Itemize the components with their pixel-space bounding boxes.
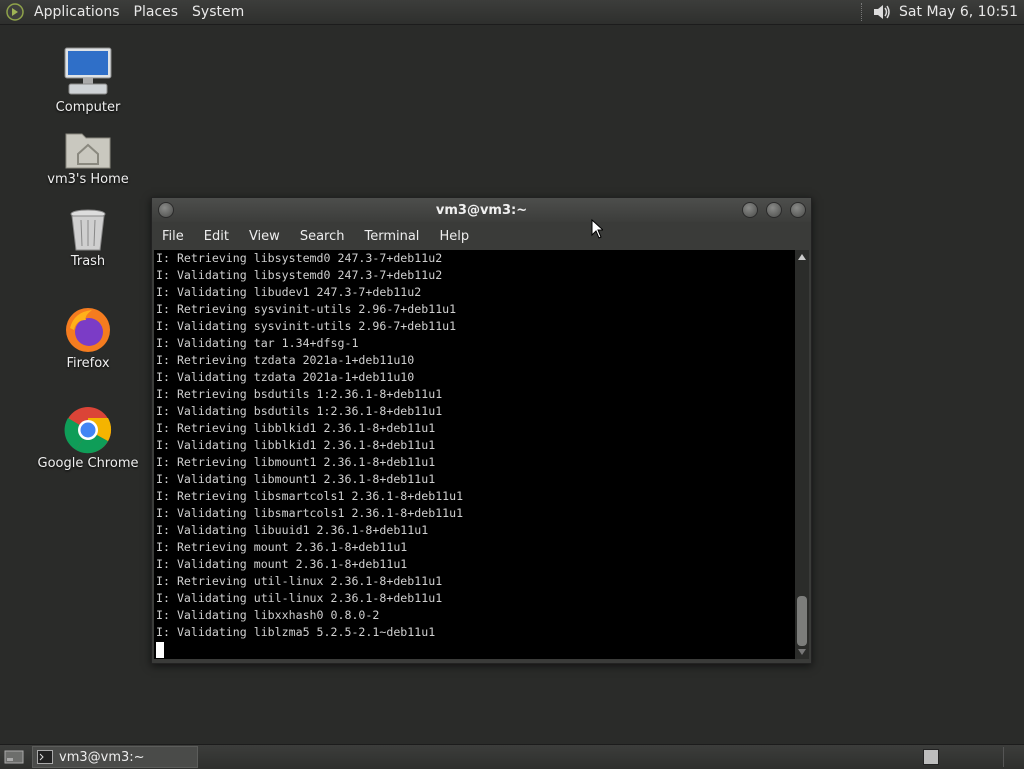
desktop-icon-label: Firefox [66,356,110,371]
desktop-icon-label: Trash [70,254,106,269]
terminal-line: I: Validating tzdata 2021a-1+deb11u10 [156,370,415,384]
terminal-line: I: Retrieving util-linux 2.36.1-8+deb11u… [156,574,443,588]
volume-icon[interactable] [871,1,893,23]
close-button[interactable] [790,202,806,218]
show-desktop-icon[interactable] [4,749,24,765]
terminal-line: I: Retrieving bsdutils 1:2.36.1-8+deb11u… [156,387,443,401]
terminal-line: I: Validating libblkid1 2.36.1-8+deb11u1 [156,438,436,452]
desktop-icon-chrome[interactable]: Google Chrome [33,406,143,471]
top-panel: Applications Places System Sat May 6, 10… [0,0,1024,25]
menu-file[interactable]: File [152,229,194,244]
window-title: vm3@vm3:~ [435,202,528,218]
terminal-line: I: Validating tar 1.34+dfsg-1 [156,336,359,350]
scroll-up-arrow-icon[interactable] [798,254,806,260]
panel-tray: Sat May 6, 10:51 [861,1,1024,23]
places-menu[interactable]: Places [128,4,187,20]
terminal-line: I: Validating liblzma5 5.2.5-2.1~deb11u1 [156,625,436,639]
desktop-icon-home[interactable]: vm3's Home [33,128,143,187]
terminal-line: I: Validating util-linux 2.36.1-8+deb11u… [156,591,443,605]
desktop-icon-label: vm3's Home [47,172,129,187]
desktop-icon-label: Computer [55,100,121,115]
desktop-icon-firefox[interactable]: Firefox [33,306,143,371]
panel-separator [1003,747,1004,767]
terminal-line: I: Retrieving tzdata 2021a-1+deb11u10 [156,353,415,367]
home-folder-icon [65,133,111,169]
terminal-line: I: Retrieving libblkid1 2.36.1-8+deb11u1 [156,421,436,435]
terminal-line: I: Retrieving libmount1 2.36.1-8+deb11u1 [156,455,436,469]
terminal-line: I: Validating sysvinit-utils 2.96-7+deb1… [156,319,457,333]
menu-terminal[interactable]: Terminal [354,229,429,244]
terminal-line: I: Retrieving sysvinit-utils 2.96-7+deb1… [156,302,457,316]
terminal-menubar: File Edit View Search Terminal Help [152,222,811,250]
bottom-panel: vm3@vm3:~ [0,744,1024,769]
taskbar-window-label: vm3@vm3:~ [59,749,145,765]
menu-view[interactable]: View [239,229,290,244]
minimize-button[interactable] [742,202,758,218]
menu-help[interactable]: Help [429,229,479,244]
mouse-pointer-icon [591,219,603,239]
terminal-line: I: Validating libudev1 247.3-7+deb11u2 [156,285,422,299]
panel-separator [861,3,865,21]
terminal-cursor [156,642,164,658]
terminal-line: I: Validating libxxhash0 0.8.0-2 [156,608,380,622]
workspace-switcher[interactable] [923,749,939,765]
system-menu[interactable]: System [186,4,252,20]
window-menu-button[interactable] [158,202,174,218]
scroll-down-arrow-icon[interactable] [798,649,806,655]
trash-icon [70,209,106,251]
terminal-line: I: Retrieving libsmartcols1 2.36.1-8+deb… [156,489,464,503]
desktop-icon-trash[interactable]: Trash [33,208,143,269]
scroll-thumb[interactable] [797,596,807,646]
terminal-line: I: Validating libmount1 2.36.1-8+deb11u1 [156,472,436,486]
terminal-lines: I: Retrieving libsystemd0 247.3-7+deb11u… [154,250,795,641]
chrome-icon [64,407,112,454]
taskbar-window-button[interactable]: vm3@vm3:~ [32,746,198,768]
distro-logo-icon[interactable] [6,3,24,21]
terminal-line: I: Retrieving mount 2.36.1-8+deb11u1 [156,540,408,554]
desktop-icon-label: Google Chrome [37,456,139,471]
menu-edit[interactable]: Edit [194,229,239,244]
terminal-output[interactable]: I: Retrieving libsystemd0 247.3-7+deb11u… [154,250,795,659]
terminal-window[interactable]: vm3@vm3:~ File Edit View Search Terminal… [151,197,812,664]
terminal-line: I: Validating libsystemd0 247.3-7+deb11u… [156,268,443,282]
terminal-line: I: Validating mount 2.36.1-8+deb11u1 [156,557,408,571]
terminal-scrollbar[interactable] [795,250,809,659]
computer-icon [64,47,112,95]
terminal-line: I: Validating bsdutils 1:2.36.1-8+deb11u… [156,404,443,418]
terminal-line: I: Validating libsmartcols1 2.36.1-8+deb… [156,506,464,520]
menu-search[interactable]: Search [290,229,355,244]
desktop-icon-computer[interactable]: Computer [33,46,143,115]
terminal-line: I: Validating libuuid1 2.36.1-8+deb11u1 [156,523,429,537]
terminal-line: I: Retrieving libsystemd0 247.3-7+deb11u… [156,251,443,265]
applications-menu[interactable]: Applications [28,4,128,20]
maximize-button[interactable] [766,202,782,218]
clock[interactable]: Sat May 6, 10:51 [899,4,1024,20]
firefox-icon [66,308,110,352]
terminal-icon [37,750,53,764]
window-titlebar[interactable]: vm3@vm3:~ [152,198,811,222]
